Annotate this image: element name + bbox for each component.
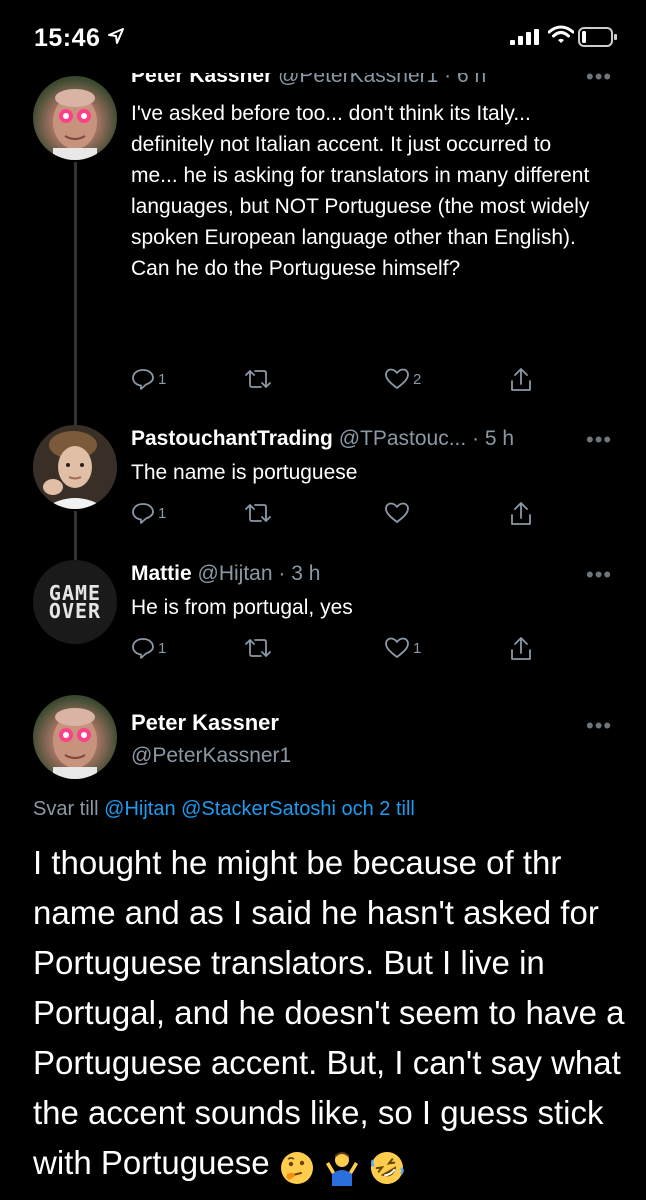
more-options-icon[interactable]: ••• <box>586 427 612 453</box>
retweet-button[interactable] <box>244 636 272 660</box>
share-icon <box>511 368 531 391</box>
heart-icon <box>385 637 409 658</box>
avatar[interactable]: GAME OVER <box>33 560 117 644</box>
tweet[interactable]: PastouchantTrading @TPastouc... · 5 h ••… <box>0 415 646 550</box>
avatar-image <box>53 708 97 779</box>
avatar[interactable] <box>33 695 117 779</box>
author-handle[interactable]: @PeterKassner1 <box>131 744 291 768</box>
like-button[interactable] <box>384 501 410 525</box>
reply-button[interactable]: 1 <box>131 367 166 391</box>
retweet-icon <box>245 504 271 522</box>
avatar-text-over: OVER <box>48 599 102 623</box>
like-button[interactable]: 1 <box>384 636 421 660</box>
replying-to: Svar till @Hijtan @StackerSatoshi och 2 … <box>33 798 415 821</box>
tweet-actions: 1 <box>131 501 551 529</box>
share-button[interactable] <box>509 501 533 527</box>
thread-line <box>74 162 77 415</box>
reply-count: 1 <box>158 370 167 388</box>
retweet-button[interactable] <box>244 367 272 391</box>
heart-icon <box>385 502 409 523</box>
author-handle[interactable]: @PeterKassner1 · 6 h <box>278 73 486 87</box>
battery-icon <box>578 27 617 47</box>
reply-count: 1 <box>158 639 167 657</box>
reply-button[interactable]: 1 <box>131 501 166 525</box>
tweet-text: The name is portuguese <box>131 461 358 484</box>
location-arrow-icon <box>108 28 124 44</box>
cellular-signal-icon <box>510 29 539 45</box>
author-name[interactable]: Peter Kassner <box>131 73 272 87</box>
author-name[interactable]: PastouchantTrading <box>131 427 333 450</box>
person-shrugging-icon <box>325 1151 358 1186</box>
like-count: 1 <box>413 639 422 657</box>
share-button[interactable] <box>509 367 533 393</box>
retweet-icon <box>245 370 271 388</box>
avatar-image <box>33 425 117 509</box>
emoji-row <box>279 1140 405 1190</box>
tweet-text: He is from portugal, yes <box>131 596 353 619</box>
reply-icon <box>132 503 154 524</box>
retweet-button[interactable] <box>244 501 272 525</box>
main-tweet-text: I thought he might be because of thr nam… <box>33 838 633 1190</box>
author-name[interactable]: Peter Kassner <box>131 710 279 736</box>
avatar[interactable] <box>33 76 117 160</box>
share-icon <box>511 637 531 660</box>
thread-line <box>74 415 77 425</box>
more-options-icon[interactable]: ••• <box>586 64 612 90</box>
tweet-header: PastouchantTrading @TPastouc... · 5 h <box>131 427 514 451</box>
tweet-actions: 1 1 <box>131 636 551 664</box>
status-time: 15:46 <box>34 24 101 52</box>
author-handle[interactable]: @TPastouc... · 5 h <box>339 427 514 450</box>
avatar-image <box>53 89 97 160</box>
tweet-text: I've asked before too... don't think its… <box>131 102 590 280</box>
tweet[interactable]: Peter Kassner @PeterKassner1 · 6 h ••• I… <box>0 60 646 415</box>
avatar[interactable] <box>33 425 117 509</box>
main-tweet-body: I thought he might be because of thr nam… <box>33 844 625 1181</box>
share-icon <box>511 502 531 525</box>
thread-line <box>74 511 77 550</box>
more-options-icon[interactable]: ••• <box>586 713 612 739</box>
author-name[interactable]: Mattie <box>131 562 192 585</box>
replying-to-users-link[interactable]: @Hijtan @StackerSatoshi och 2 till <box>104 798 415 820</box>
thinking-face-icon <box>280 1151 313 1184</box>
rolling-on-floor-laughing-icon <box>371 1151 404 1184</box>
reply-icon <box>132 638 154 659</box>
like-count: 2 <box>413 370 422 388</box>
reply-count: 1 <box>158 504 167 522</box>
reply-prefix: Svar till <box>33 798 99 820</box>
reply-icon <box>132 369 154 390</box>
share-button[interactable] <box>509 636 533 662</box>
reply-button[interactable]: 1 <box>131 636 166 660</box>
wifi-icon <box>548 25 574 43</box>
tweet-actions: 1 2 <box>131 367 551 395</box>
heart-icon <box>385 368 409 389</box>
retweet-icon <box>245 639 271 657</box>
tweet-header: Peter Kassner @PeterKassner1 · 6 h <box>131 73 486 88</box>
like-button[interactable]: 2 <box>384 367 421 391</box>
author-handle[interactable]: @Hijtan · 3 h <box>198 562 321 585</box>
tweet[interactable]: GAME OVER Mattie @Hijtan · 3 h ••• He is… <box>0 550 646 685</box>
thread-line <box>74 550 77 560</box>
tweet-header: Mattie @Hijtan · 3 h <box>131 562 320 586</box>
more-options-icon[interactable]: ••• <box>586 562 612 588</box>
